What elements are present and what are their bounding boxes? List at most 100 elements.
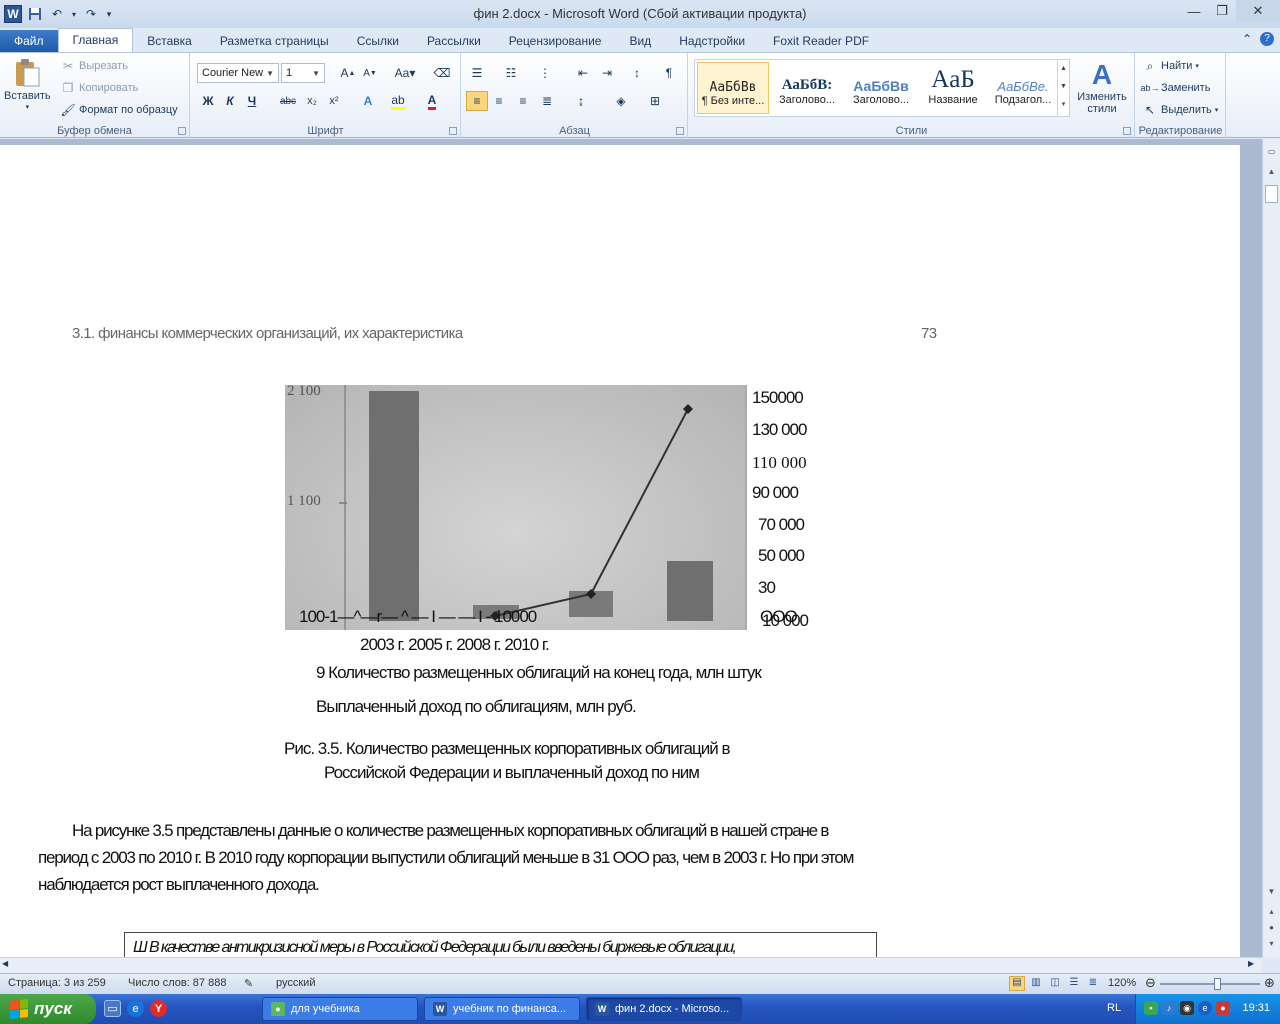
italic-button[interactable]: К: [219, 91, 241, 111]
browser-tray-icon[interactable]: e: [1198, 1001, 1212, 1015]
scroll-up-icon[interactable]: ▲: [1265, 167, 1278, 181]
collapse-ribbon-icon[interactable]: ⌃: [1242, 32, 1252, 46]
update-icon[interactable]: ●: [1216, 1001, 1230, 1015]
borders-button[interactable]: ⊞: [644, 91, 666, 111]
close-button[interactable]: ✕: [1236, 0, 1280, 22]
align-left-button[interactable]: ≡: [466, 91, 488, 111]
volume-icon[interactable]: ♪: [1162, 1001, 1176, 1015]
numbering-button[interactable]: ☷: [500, 63, 522, 83]
bold-button[interactable]: Ж: [197, 91, 219, 111]
shading-button[interactable]: ◈: [610, 91, 632, 111]
browse-object-icon[interactable]: ●: [1265, 923, 1278, 937]
redo-icon[interactable]: ↷: [82, 5, 100, 23]
font-name-combo[interactable]: Courier New ▼: [197, 63, 279, 83]
bullets-button[interactable]: ☰: [466, 63, 488, 83]
word-app-icon[interactable]: W: [4, 5, 22, 23]
full-screen-view-icon[interactable]: ▥: [1028, 976, 1044, 991]
outline-view-icon[interactable]: ☰: [1066, 976, 1082, 991]
zoom-slider[interactable]: [1160, 983, 1260, 985]
justify-button[interactable]: ≣: [536, 91, 558, 111]
scroll-right-icon[interactable]: ▶: [1248, 959, 1254, 968]
minimize-button[interactable]: —: [1180, 0, 1208, 22]
web-layout-view-icon[interactable]: ◫: [1047, 976, 1063, 991]
sort-button[interactable]: ↕: [626, 63, 648, 83]
strikethrough-button[interactable]: abc: [277, 91, 299, 111]
zoom-slider-thumb[interactable]: [1213, 978, 1221, 990]
find-button[interactable]: ⌕ Найти ▾: [1142, 58, 1199, 74]
line-spacing-button[interactable]: ↨: [570, 91, 592, 111]
styles-scroll[interactable]: ▲ ▼ ▾: [1057, 60, 1069, 116]
align-right-button[interactable]: ≡: [512, 91, 534, 111]
cut-button[interactable]: ✂ Вырезать: [60, 58, 128, 74]
tab-references[interactable]: Ссылки: [343, 30, 413, 52]
shrink-font-button[interactable]: A ▼: [359, 63, 381, 83]
highlight-button[interactable]: ab: [387, 91, 409, 111]
security-icon[interactable]: ◉: [1180, 1001, 1194, 1015]
tab-file[interactable]: Файл: [0, 30, 58, 52]
status-language[interactable]: русский: [276, 977, 315, 989]
tab-addins[interactable]: Надстройки: [665, 30, 759, 52]
ie-icon[interactable]: e: [127, 1000, 144, 1017]
draft-view-icon[interactable]: ≣: [1085, 976, 1101, 991]
tab-foxit[interactable]: Foxit Reader PDF: [759, 30, 883, 52]
decrease-indent-button[interactable]: ⇤: [572, 63, 594, 83]
change-styles-button[interactable]: A Изменить стили: [1074, 59, 1130, 115]
input-language[interactable]: RL: [1107, 1002, 1121, 1014]
vertical-scrollbar[interactable]: ▭ ▲ ▼ ▴ ● ▾: [1262, 139, 1280, 957]
zoom-in-icon[interactable]: ⊕: [1264, 975, 1275, 991]
underline-button[interactable]: Ч: [241, 91, 263, 111]
prev-page-icon[interactable]: ▴: [1265, 907, 1278, 921]
font-launcher-icon[interactable]: [449, 127, 457, 135]
show-desktop-icon[interactable]: ▭: [104, 1000, 121, 1017]
style-normal[interactable]: АаБбВв ¶ Без инте...: [697, 62, 769, 114]
tab-insert[interactable]: Вставка: [133, 30, 206, 52]
grow-font-button[interactable]: A ▲: [337, 63, 359, 83]
font-color-button[interactable]: A: [421, 91, 443, 111]
clock[interactable]: 19:31: [1242, 1002, 1270, 1014]
tab-view[interactable]: Вид: [615, 30, 665, 52]
replace-button[interactable]: ab→ Заменить: [1141, 80, 1211, 96]
scroll-left-icon[interactable]: ◀: [2, 959, 8, 968]
select-button[interactable]: ↖ Выделить ▾: [1142, 102, 1218, 118]
start-button[interactable]: пуск: [0, 994, 96, 1024]
horizontal-scrollbar[interactable]: ◀ ▶: [0, 957, 1262, 973]
font-size-combo[interactable]: 1 ▼: [281, 63, 325, 83]
styles-launcher-icon[interactable]: [1123, 127, 1131, 135]
style-heading-1[interactable]: АаБбВ: Заголово...: [771, 62, 843, 114]
help-icon[interactable]: ?: [1260, 32, 1274, 46]
text-effects-button[interactable]: A: [357, 91, 379, 111]
network-icon[interactable]: ▪: [1144, 1001, 1158, 1015]
ruler-toggle-icon[interactable]: ▭: [1265, 147, 1278, 161]
align-center-button[interactable]: ≡: [488, 91, 510, 111]
tab-mailings[interactable]: Рассылки: [413, 30, 495, 52]
document-page[interactable]: 3.1. финансы коммерческих организаций, и…: [0, 145, 1240, 957]
change-case-button[interactable]: Aa ▾: [391, 63, 419, 83]
status-zoom[interactable]: 120%: [1108, 977, 1136, 989]
tab-review[interactable]: Рецензирование: [495, 30, 616, 52]
multilevel-list-button[interactable]: ⋮: [534, 63, 556, 83]
zoom-out-icon[interactable]: ⊖: [1145, 975, 1156, 991]
increase-indent-button[interactable]: ⇥: [596, 63, 618, 83]
scroll-thumb[interactable]: [1265, 185, 1278, 203]
maximize-button[interactable]: ❐: [1208, 0, 1236, 22]
subscript-button[interactable]: x₂: [301, 91, 323, 111]
style-title[interactable]: AaБ Название: [917, 62, 989, 114]
undo-dropdown-icon[interactable]: ▾: [70, 5, 78, 23]
customize-qat-icon[interactable]: ▾: [104, 5, 114, 23]
clear-format-button[interactable]: ⌫: [431, 63, 453, 83]
taskbar-item-word-textbook[interactable]: W учебник по финанса...: [424, 997, 580, 1021]
status-words[interactable]: Число слов: 87 888: [128, 977, 226, 989]
show-marks-button[interactable]: ¶: [658, 63, 680, 83]
format-painter-button[interactable]: 🖌 Формат по образцу: [60, 102, 177, 118]
superscript-button[interactable]: x²: [323, 91, 345, 111]
print-layout-view-icon[interactable]: ▤: [1009, 976, 1025, 991]
paragraph-launcher-icon[interactable]: [676, 127, 684, 135]
scroll-down-icon[interactable]: ▼: [1265, 887, 1278, 901]
paste-button[interactable]: Вставить ▾: [4, 57, 51, 111]
taskbar-item-word-active[interactable]: W фин 2.docx - Microso...: [586, 997, 742, 1021]
undo-icon[interactable]: ↶: [48, 5, 66, 23]
tab-page-layout[interactable]: Разметка страницы: [206, 30, 343, 52]
style-subtitle[interactable]: АаБбВе. Подзагол...: [987, 62, 1059, 114]
taskbar-item-folder[interactable]: ● для учебника: [262, 997, 418, 1021]
proofing-icon[interactable]: ✎: [244, 977, 253, 990]
